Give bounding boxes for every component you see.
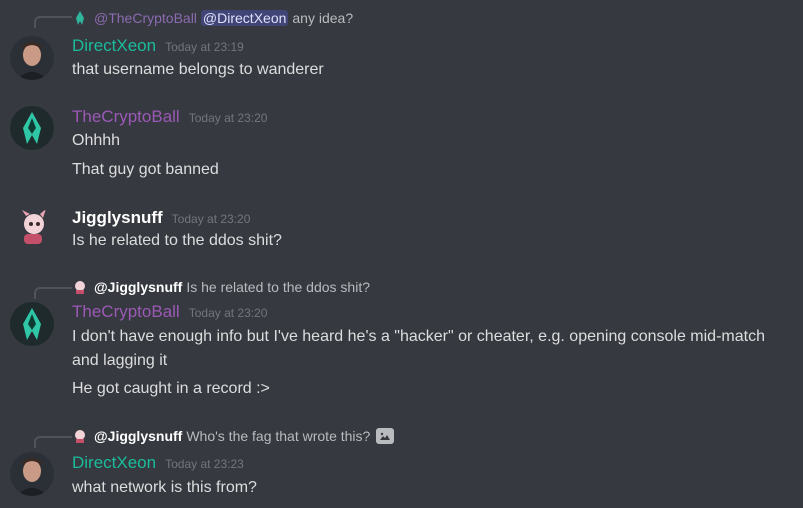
reply-author[interactable]: @Jigglysnuff: [94, 279, 182, 295]
username[interactable]: Jigglysnuff: [72, 208, 163, 228]
reply-reference[interactable]: @Jigglysnuff Is he related to the ddos s…: [72, 277, 370, 297]
timestamp[interactable]: Today at 23:23: [165, 457, 244, 471]
message-text: That guy got banned: [72, 161, 219, 178]
timestamp[interactable]: Today at 23:20: [189, 306, 268, 320]
message-text: Is he related to the ddos shit?: [72, 232, 282, 249]
avatar[interactable]: [10, 302, 54, 346]
message-text: I don't have enough info but I've heard …: [72, 328, 765, 369]
timestamp[interactable]: Today at 23:20: [172, 212, 251, 226]
timestamp[interactable]: Today at 23:20: [189, 111, 268, 125]
reply-text: Who's the fag that wrote this?: [186, 428, 371, 444]
reply-mention[interactable]: @DirectXeon: [200, 10, 289, 26]
username[interactable]: TheCryptoBall: [72, 107, 180, 127]
message-text: Ohhhh: [72, 132, 121, 149]
reply-text: any idea?: [292, 10, 354, 26]
username[interactable]: DirectXeon: [72, 36, 156, 56]
timestamp[interactable]: Today at 23:19: [165, 40, 244, 54]
message-text: what network is this from?: [72, 479, 257, 496]
image-icon[interactable]: [376, 428, 395, 444]
message-header: DirectXeon Today at 23:23: [72, 453, 244, 473]
message-header: TheCryptoBall Today at 23:20: [72, 107, 267, 127]
username[interactable]: TheCryptoBall: [72, 302, 180, 322]
reply-author[interactable]: @TheCryptoBall: [94, 10, 197, 26]
reply-reference[interactable]: @Jigglysnuff Who's the fag that wrote th…: [72, 426, 395, 446]
username[interactable]: DirectXeon: [72, 453, 156, 473]
message-text: that username belongs to wanderer: [72, 61, 324, 78]
reply-spine: [34, 436, 72, 448]
reply-reference[interactable]: @TheCryptoBall @DirectXeon any idea?: [72, 8, 353, 28]
avatar[interactable]: [10, 206, 54, 250]
avatar[interactable]: [10, 106, 54, 150]
avatar[interactable]: [10, 36, 54, 80]
reply-text: Is he related to the ddos shit?: [186, 279, 371, 295]
reply-avatar: [72, 10, 88, 26]
reply-author[interactable]: @Jigglysnuff: [94, 428, 182, 444]
message-header: TheCryptoBall Today at 23:20: [72, 302, 267, 322]
reply-spine: [34, 16, 72, 28]
message-header: Jigglysnuff Today at 23:20: [72, 208, 250, 228]
message-text: He got caught in a record :>: [72, 380, 270, 397]
message-header: DirectXeon Today at 23:19: [72, 36, 244, 56]
avatar[interactable]: [10, 452, 54, 496]
reply-spine: [34, 287, 72, 299]
reply-avatar: [72, 279, 88, 295]
reply-avatar: [72, 428, 88, 444]
